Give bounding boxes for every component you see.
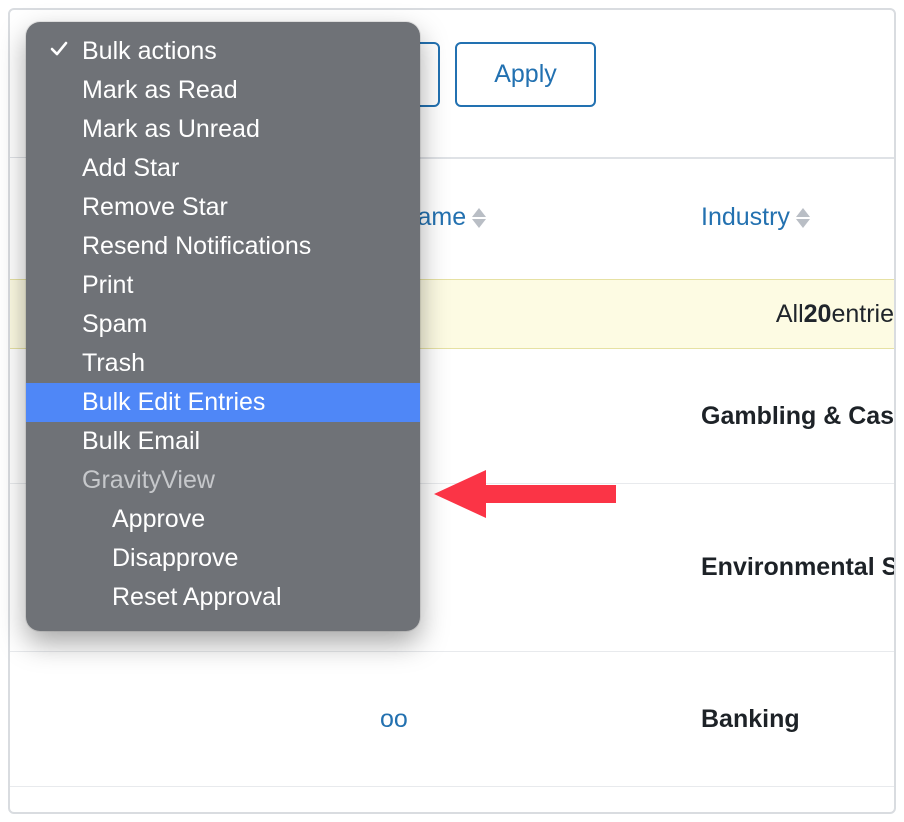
sort-icon <box>472 208 486 228</box>
dropdown-item-mark-as-read[interactable]: Mark as Read <box>26 71 420 110</box>
check-icon <box>50 36 68 65</box>
dropdown-item-add-star[interactable]: Add Star <box>26 149 420 188</box>
dropdown-item-spam[interactable]: Spam <box>26 305 420 344</box>
dropdown-item-reset-approval[interactable]: Reset Approval <box>26 578 420 617</box>
dropdown-item-label: Reset Approval <box>112 583 282 612</box>
sort-icon <box>796 208 810 228</box>
table-row[interactable]: oo Banking <box>10 652 894 787</box>
dropdown-item-approve[interactable]: Approve <box>26 500 420 539</box>
dropdown-item-label: Trash <box>82 349 145 378</box>
dropdown-item-label: Resend Notifications <box>82 232 311 261</box>
dropdown-item-label: Add Star <box>82 154 179 183</box>
dropdown-group-gravityview: GravityView <box>26 461 420 500</box>
dropdown-item-label: Disapprove <box>112 544 238 573</box>
dropdown-item-trash[interactable]: Trash <box>26 344 420 383</box>
dropdown-item-label: Mark as Read <box>82 76 238 105</box>
dropdown-item-label: GravityView <box>82 466 215 495</box>
column-header-industry-label: Industry <box>701 203 790 232</box>
cell-industry: Gambling & Casi <box>701 402 896 431</box>
dropdown-item-label: Mark as Unread <box>82 115 260 144</box>
dropdown-item-remove-star[interactable]: Remove Star <box>26 188 420 227</box>
dropdown-item-label: Bulk Edit Entries <box>82 388 265 417</box>
dropdown-item-label: Bulk actions <box>82 37 217 66</box>
dropdown-item-label: Bulk Email <box>82 427 200 456</box>
dropdown-item-label: Print <box>82 271 133 300</box>
dropdown-item-disapprove[interactable]: Disapprove <box>26 539 420 578</box>
banner-count: 20 <box>804 300 832 329</box>
dropdown-item-print[interactable]: Print <box>26 266 420 305</box>
dropdown-item-bulk-actions[interactable]: Bulk actions <box>26 32 420 71</box>
cell-industry: Environmental S <box>701 553 896 582</box>
banner-suffix: entrie <box>831 300 894 329</box>
bulk-actions-dropdown[interactable]: Bulk actions Mark as Read Mark as Unread… <box>26 22 420 631</box>
dropdown-item-resend-notifications[interactable]: Resend Notifications <box>26 227 420 266</box>
cell-name: oo <box>380 705 408 734</box>
dropdown-item-bulk-email[interactable]: Bulk Email <box>26 422 420 461</box>
dropdown-item-label: Spam <box>82 310 147 339</box>
cell-industry: Banking <box>701 705 800 734</box>
apply-button[interactable]: Apply <box>455 42 596 107</box>
dropdown-item-bulk-edit-entries[interactable]: Bulk Edit Entries <box>26 383 420 422</box>
column-header-industry[interactable]: Industry <box>701 203 810 232</box>
dropdown-item-label: Remove Star <box>82 193 228 222</box>
banner-prefix: All <box>776 300 804 329</box>
dropdown-item-mark-as-unread[interactable]: Mark as Unread <box>26 110 420 149</box>
dropdown-item-label: Approve <box>112 505 205 534</box>
